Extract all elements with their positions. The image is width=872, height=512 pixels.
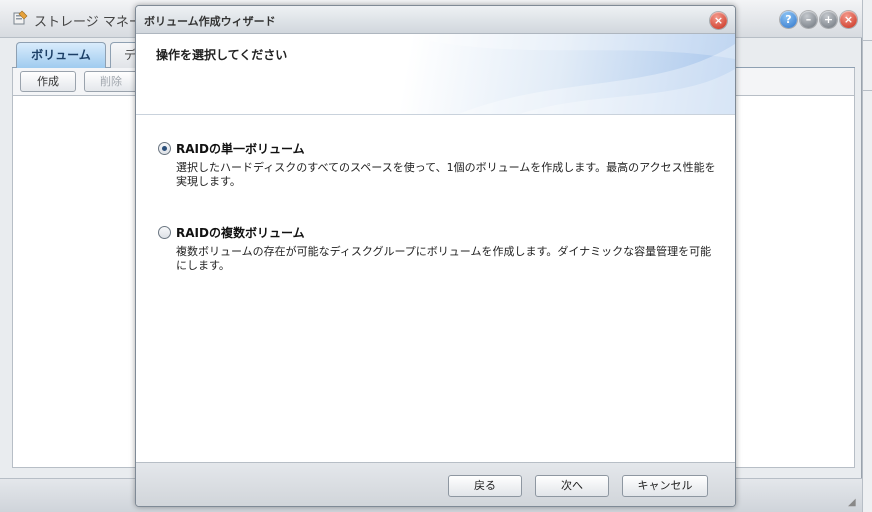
volume-creation-wizard-dialog: ボリューム作成ウィザード × 操作を選択してください RAIDの単一ボリューム …: [135, 5, 736, 507]
resize-grip-icon[interactable]: ◢: [848, 498, 858, 508]
storage-manager-app-icon: [13, 10, 28, 25]
maximize-icon[interactable]: +: [820, 11, 837, 28]
multiple-volumes-radio[interactable]: [158, 226, 171, 239]
partial-background-window: [862, 0, 872, 512]
back-button[interactable]: 戻る: [448, 475, 522, 497]
close-icon[interactable]: ×: [840, 11, 857, 28]
multiple-volumes-description: 複数ボリュームの存在が可能なディスクグループにボリュームを作成します。ダイナミッ…: [176, 245, 712, 272]
delete-button[interactable]: 削除: [84, 71, 138, 92]
wizard-titlebar: ボリューム作成ウィザード ×: [136, 6, 735, 34]
tab-volume[interactable]: ボリューム: [16, 42, 106, 68]
wizard-title: ボリューム作成ウィザード: [144, 15, 276, 28]
wizard-body: RAIDの単一ボリューム 選択したハードディスクのすべてのスペースを使って、1個…: [136, 116, 735, 462]
single-volume-label[interactable]: RAIDの単一ボリューム: [176, 140, 305, 157]
help-icon[interactable]: ?: [780, 11, 797, 28]
minimize-icon[interactable]: –: [800, 11, 817, 28]
partial-window-divider: [863, 90, 872, 91]
wizard-close-icon[interactable]: ×: [710, 12, 727, 29]
cancel-button[interactable]: キャンセル: [622, 475, 708, 497]
single-volume-radio[interactable]: [158, 142, 171, 155]
wizard-step-title: 操作を選択してください: [156, 48, 288, 62]
single-volume-description: 選択したハードディスクのすべてのスペースを使って、1個のボリュームを作成します。…: [176, 161, 716, 188]
multiple-volumes-label[interactable]: RAIDの複数ボリューム: [176, 224, 305, 241]
partial-window-divider: [863, 40, 872, 41]
create-button[interactable]: 作成: [20, 71, 76, 92]
next-button[interactable]: 次へ: [535, 475, 609, 497]
wizard-footer: 戻る 次へ キャンセル: [136, 462, 735, 506]
wizard-header: 操作を選択してください: [136, 34, 735, 115]
